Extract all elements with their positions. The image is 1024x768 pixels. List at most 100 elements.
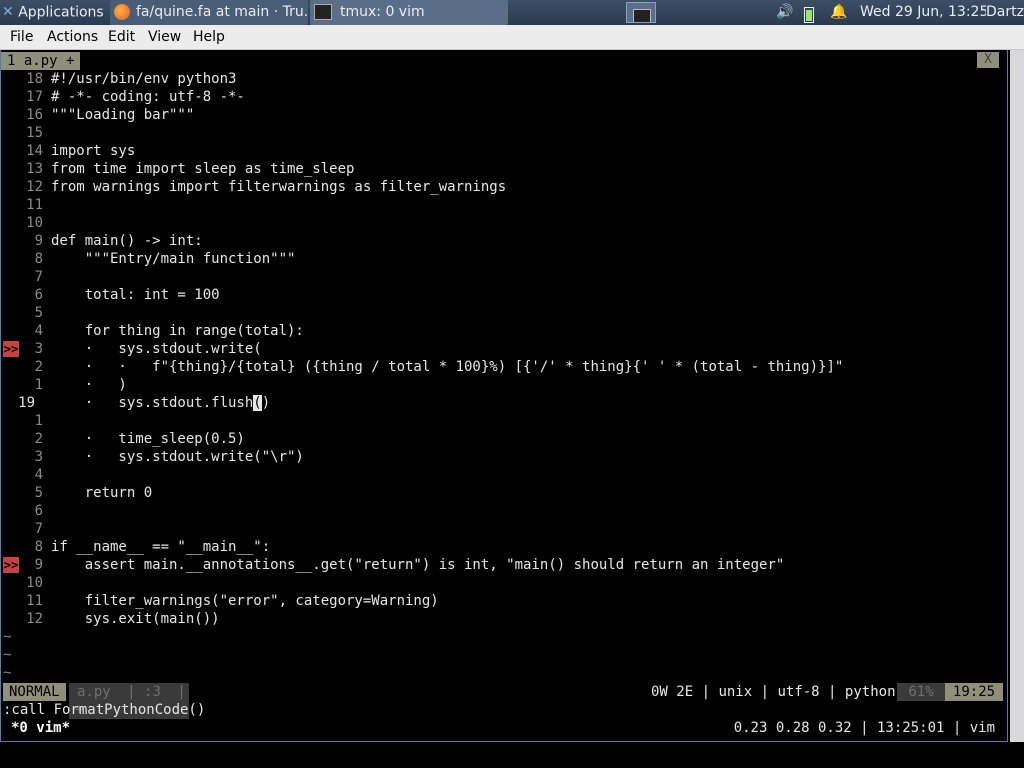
line-number: 9 [34,233,43,249]
code-line[interactable]: 5 return 0 [1,484,1001,502]
line-number: 7 [34,269,43,285]
menu-actions[interactable]: Actions [46,25,99,49]
terminal-window[interactable]: 1 a.py + X 18 #!/usr/bin/env python3 17 # -… [0,50,1008,742]
line-number: 6 [34,503,43,519]
code-line[interactable]: 12 from warnings import filterwarnings as… [1,178,1001,196]
code-text: · time_sleep(0.5) [51,431,245,447]
mode-indicator: NORMAL [3,683,66,701]
code-line[interactable]: 12 sys.exit(main()) [1,610,1001,628]
menu-edit[interactable]: Edit [107,25,136,49]
notification-bell-icon[interactable]: 🔔 [830,0,848,25]
menubar: File Actions Edit View Help [0,25,1024,50]
code-text: for thing in range(total): [51,323,304,339]
code-line[interactable]: 13 from time import sleep as time_sleep [1,160,1001,178]
code-line[interactable]: 10 [1,574,1001,592]
code-line[interactable]: 8 if __name__ == "__main__": [1,538,1001,556]
status-filetype: python [844,684,896,700]
code-line[interactable]: 7 [1,268,1001,286]
code-line[interactable]: 9 def main() -> int: [1,232,1001,250]
line-number: 2 [34,431,43,447]
code-line[interactable]: 5 [1,304,1001,322]
code-line[interactable]: 4 [1,466,1001,484]
line-number: 10 [26,215,43,231]
code-line[interactable]: 3 · sys.stdout.write("\r") [1,448,1001,466]
code-line[interactable]: 1 [1,412,1001,430]
scrollbar[interactable] [1010,50,1024,742]
status-diagnostics: 0W 2E [651,684,694,700]
code-line[interactable]: 6 total: int = 100 [1,286,1001,304]
line-number: 14 [26,143,43,159]
applications-menu[interactable]: ✕ Applications ☰ [2,0,108,25]
code-line[interactable]: 11 [1,196,1001,214]
vim-tab-a-py[interactable]: 1 a.py + [1,52,81,70]
clock[interactable]: Wed 29 Jun, 13:25 [860,0,986,25]
line-number: 15 [26,125,43,141]
code-line[interactable]: 6 [1,502,1001,520]
line-number: 1 [34,413,43,429]
status-column: :3 [144,684,161,700]
line-number: 10 [26,575,43,591]
code-text: sys.exit(main()) [51,611,220,627]
line-number: 19 [18,395,35,411]
line-number: 17 [26,89,43,105]
code-line[interactable]: 14 import sys [1,142,1001,160]
workspace-switcher[interactable] [626,2,656,23]
line-number: 18 [26,71,43,87]
code-text: return 0 [51,485,153,501]
code-text: · sys.stdout.flush() [51,395,271,411]
code-line[interactable]: 2 · time_sleep(0.5) [1,430,1001,448]
code-text: import sys [51,143,136,159]
line-number: 12 [26,179,43,195]
code-text: if __name__ == "__main__": [51,539,271,555]
status-fileformat: unix [718,684,753,700]
terminal-icon [633,9,651,22]
code-text: """Loading bar""" [51,107,195,123]
line-number: 2 [34,359,43,375]
line-number: 1 [34,377,43,393]
vim-statusline: NORMAL a.py | :3 | + 0W 2E | unix | utf-… [3,683,1005,719]
menu-view[interactable]: View [147,25,182,49]
line-number: 3 [34,341,43,357]
empty-line-tilde: ~ [3,629,12,645]
menu-file[interactable]: File [9,25,34,49]
code-line[interactable]: >> 9 assert main.__annotations__.get("ret… [1,556,1001,574]
tmux-window[interactable]: *0 vim* [11,719,70,737]
code-text: · ) [51,377,127,393]
code-text: from warnings import filterwarnings as f… [51,179,507,195]
user-name[interactable]: Dartz [986,0,1024,25]
code-line[interactable]: 17 # -*- coding: utf-8 -*- [1,88,1001,106]
code-line[interactable]: 19 · sys.stdout.flush() [1,394,1001,412]
code-line[interactable]: 18 #!/usr/bin/env python3 [1,70,1001,88]
tmux-status-right: 0.23 0.28 0.32 | 13:25:01 | vim [733,720,995,736]
line-number: 5 [34,485,43,501]
taskbar-firefox[interactable]: fa/quine.fa at main · Tru... [110,0,308,25]
line-number: 11 [26,197,43,213]
line-number: 13 [26,161,43,177]
code-line[interactable]: 11 filter_warnings("error", category=War… [1,592,1001,610]
code-line[interactable]: 7 [1,520,1001,538]
code-line[interactable]: >> 3 · sys.stdout.write( [1,340,1001,358]
code-text: def main() -> int: [51,233,203,249]
code-line[interactable]: 8 """Entry/main function""" [1,250,1001,268]
menu-help[interactable]: Help [192,25,226,49]
taskbar-terminal[interactable]: tmux: 0 vim [310,0,508,25]
applications-icon: ✕ [2,4,14,20]
volume-icon[interactable]: 🔊 [776,0,796,25]
status-encoding: utf-8 [777,684,820,700]
taskbar: ✕ Applications ☰ fa/quine.fa at main · T… [0,0,1024,25]
code-text: · · f"{thing}/{total} ({thing / total * … [51,359,844,375]
line-number: 12 [26,611,43,627]
terminal-icon [314,4,332,20]
code-line[interactable]: 10 [1,214,1001,232]
line-number: 16 [26,107,43,123]
close-tab-icon[interactable]: X [977,52,999,68]
code-line[interactable]: 16 """Loading bar""" [1,106,1001,124]
line-number: 6 [34,287,43,303]
code-line[interactable]: 4 for thing in range(total): [1,322,1001,340]
code-line[interactable]: 15 [1,124,1001,142]
code-line[interactable]: 1 · ) [1,376,1001,394]
command-line[interactable]: :call FormatPythonCode() [3,701,205,719]
code-line[interactable]: 2 · · f"{thing}/{total} ({thing / total … [1,358,1001,376]
battery-icon[interactable] [804,0,820,25]
line-number: 9 [34,557,43,573]
